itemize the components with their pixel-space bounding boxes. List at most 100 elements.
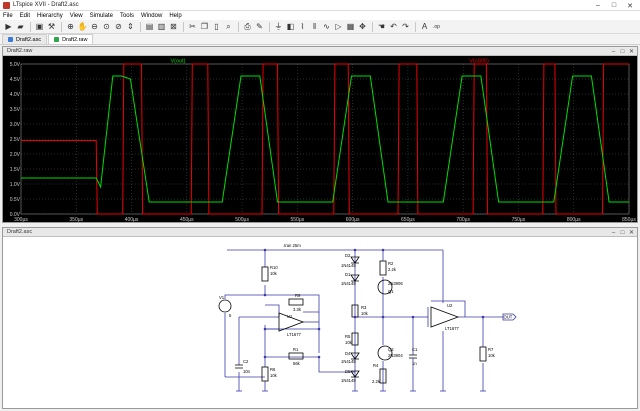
run-icon[interactable]: ▶: [3, 21, 14, 32]
label-q2: Q2: [388, 347, 394, 352]
voltage-source-v1[interactable]: [218, 299, 232, 313]
label-q2-part: 2N3904: [388, 353, 403, 358]
y-tick-label: 0.5V: [10, 197, 21, 203]
x-tick-label: 450µs: [180, 217, 194, 222]
menu-simulate[interactable]: Simulate: [90, 13, 113, 19]
label-r7-val: 10k: [488, 353, 496, 358]
label-r6-val: 10k: [270, 373, 278, 378]
x-tick-label: 350µs: [69, 217, 83, 222]
opamp-u2[interactable]: [430, 306, 460, 328]
waveform-plot[interactable]: 300µs 350µs 400µs 450µs 500µs 550µs 600µs 650µs…: [3, 56, 637, 222]
paste-icon[interactable]: ▯: [211, 21, 222, 32]
x-tick-label: 850µs: [622, 217, 636, 222]
menu-view[interactable]: View: [70, 13, 83, 19]
cancel-zoom-icon[interactable]: ⊘: [113, 21, 124, 32]
component-icon[interactable]: ▦: [345, 21, 356, 32]
close-icon[interactable]: ✕: [622, 0, 638, 11]
waveform-maximize-icon[interactable]: □: [618, 47, 627, 56]
label-c1-val: 1n: [412, 361, 417, 366]
schematic-wires: [224, 249, 503, 387]
minimize-icon[interactable]: –: [590, 0, 606, 11]
zoom-in-icon[interactable]: ⊕: [65, 21, 76, 32]
waveform-minimize-icon[interactable]: –: [609, 47, 618, 56]
resistor-r2[interactable]: [379, 260, 387, 276]
menu-hierarchy[interactable]: Hierarchy: [37, 13, 63, 19]
resistor-r7[interactable]: [479, 346, 487, 362]
schematic-minimize-icon[interactable]: –: [609, 228, 618, 237]
menu-tools[interactable]: Tools: [120, 13, 134, 19]
label-v1-val: 5: [229, 313, 232, 318]
x-tick-label: 750µs: [512, 217, 526, 222]
capacitor-c1[interactable]: [409, 354, 417, 359]
x-tick-label: 650µs: [401, 217, 415, 222]
undo-icon[interactable]: ↶: [388, 21, 399, 32]
spice-directive-icon[interactable]: .op: [431, 21, 442, 32]
cut-icon[interactable]: ✂: [187, 21, 198, 32]
open-icon[interactable]: ▰: [15, 21, 26, 32]
label-u2-part: LT1677: [445, 326, 460, 331]
schematic-maximize-icon[interactable]: □: [618, 228, 627, 237]
autorange-icon[interactable]: ⇕: [125, 21, 136, 32]
move-icon[interactable]: ✥: [357, 21, 368, 32]
x-tick-label: 550µs: [290, 217, 304, 222]
y-tick-label: 2.5V: [10, 137, 21, 143]
tile-horizontal-icon[interactable]: ▤: [144, 21, 155, 32]
label-r2: R2: [388, 261, 394, 266]
y-tick-label: 3.5V: [10, 107, 21, 113]
tran-directive[interactable]: .tran 25m: [283, 243, 301, 248]
capacitor-icon[interactable]: ‖: [309, 21, 320, 32]
find-icon[interactable]: ⌕: [223, 21, 234, 32]
waveform-close-icon[interactable]: ✕: [627, 47, 636, 56]
y-tick-label: 1.0V: [10, 182, 21, 188]
control-panel-icon[interactable]: ⚒: [46, 21, 57, 32]
menu-window[interactable]: Window: [141, 13, 162, 19]
print-icon[interactable]: ⎙: [242, 21, 253, 32]
resistor-icon[interactable]: ⌇: [297, 21, 308, 32]
schematic-canvas[interactable]: .tran 25m V1 5 R10 10k R9 3.3k U1 LT1677…: [3, 237, 637, 408]
inductor-icon[interactable]: ∿: [321, 21, 332, 32]
wire-icon[interactable]: ✎: [254, 21, 265, 32]
label-r3-val: 10k: [361, 311, 369, 316]
pan-icon[interactable]: ✋: [77, 21, 88, 32]
resistor-r9[interactable]: [288, 298, 304, 306]
schematic-icon: [8, 37, 13, 42]
label-icon[interactable]: ◧: [285, 21, 296, 32]
tab-waveform[interactable]: Draft2.raw: [48, 34, 94, 44]
save-icon[interactable]: ▣: [34, 21, 45, 32]
tile-vertical-icon[interactable]: ▥: [156, 21, 167, 32]
legend-vout: V(out): [171, 59, 186, 65]
capacitor-c2[interactable]: [235, 364, 243, 369]
label-d5-part: 1N4148: [341, 378, 356, 383]
schematic-close-icon[interactable]: ✕: [627, 228, 636, 237]
label-c2-val: 10n: [243, 369, 251, 374]
menu-edit[interactable]: Edit: [20, 13, 30, 19]
toolbar-separator: [183, 21, 184, 32]
menu-help[interactable]: Help: [169, 13, 181, 19]
zoom-out-icon[interactable]: ⊖: [89, 21, 100, 32]
resistor-r10[interactable]: [261, 266, 269, 282]
y-tick-label: 4.0V: [10, 92, 21, 98]
label-r1: R1: [293, 347, 299, 352]
drag-icon[interactable]: ☚: [376, 21, 387, 32]
label-q1-part: 2N3906: [388, 281, 403, 286]
menu-file[interactable]: File: [3, 13, 13, 19]
resistor-r1[interactable]: [288, 352, 304, 360]
resistor-r6[interactable]: [261, 366, 269, 382]
zoom-fit-icon[interactable]: ⊙: [101, 21, 112, 32]
y-tick-label: 4.5V: [10, 77, 21, 83]
label-d1-part: 1N4148: [341, 281, 356, 286]
text-icon[interactable]: A: [419, 21, 430, 32]
diode-icon[interactable]: ▷: [333, 21, 344, 32]
close-all-icon[interactable]: ⊠: [168, 21, 179, 32]
y-tick-label: 0.0V: [10, 212, 21, 218]
x-tick-label: 800µs: [567, 217, 581, 222]
label-d1: D1: [345, 272, 351, 277]
legend-vn005: V(n005): [469, 59, 489, 65]
redo-icon[interactable]: ↷: [400, 21, 411, 32]
maximize-icon[interactable]: □: [606, 0, 622, 11]
label-r5-val: 10k: [345, 340, 353, 345]
tab-schematic-label: Draft2.asc: [16, 36, 42, 43]
copy-icon[interactable]: ❐: [199, 21, 210, 32]
ground-icon[interactable]: ⏚: [273, 21, 284, 32]
tab-schematic[interactable]: Draft2.asc: [2, 34, 48, 44]
